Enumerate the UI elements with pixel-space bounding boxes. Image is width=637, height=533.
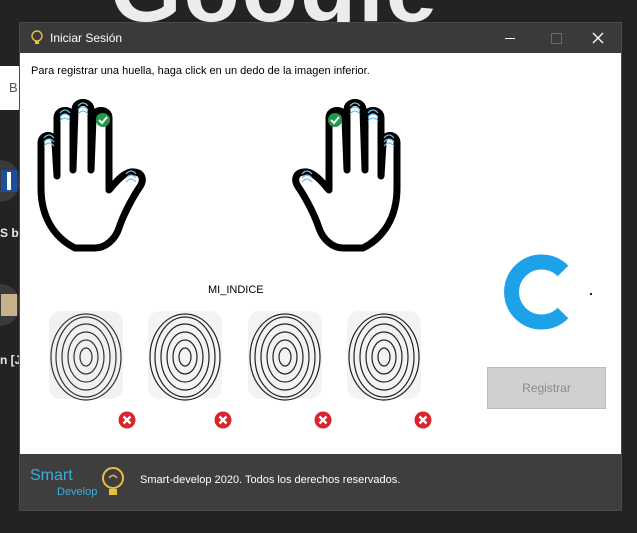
fingerprint-sample-4 — [347, 311, 421, 401]
error-x-icon — [414, 411, 432, 429]
register-button[interactable]: Registrar — [487, 367, 606, 409]
background-shortcut-label-2: n [J — [0, 353, 22, 367]
selected-finger-label: MI_INDICE — [208, 284, 264, 296]
status-dot — [590, 293, 592, 295]
fingerprint-sample-3 — [248, 311, 322, 401]
error-x-icon — [214, 411, 232, 429]
minimize-button[interactable] — [487, 23, 533, 53]
login-window: Iniciar Sesión Para registrar una huella… — [20, 23, 621, 510]
window-title: Iniciar Sesión — [50, 31, 123, 45]
background-search-box: B — [0, 66, 20, 110]
close-icon — [592, 32, 604, 44]
copyright-text: Smart-develop 2020. Todos los derechos r… — [140, 474, 401, 486]
footer: Smart Develop Smart-develop 2020. Todos … — [20, 454, 621, 510]
fingerprint-sample-2 — [148, 311, 222, 401]
fingerprint-sample-1 — [49, 311, 123, 401]
error-x-icon — [118, 411, 136, 429]
close-button[interactable] — [575, 23, 621, 53]
title-bar[interactable]: Iniciar Sesión — [20, 23, 621, 53]
smart-develop-logo: Smart Develop — [30, 463, 130, 503]
instruction-text: Para registrar una huella, haga click en… — [31, 65, 370, 77]
background-shortcut-icon-2 — [0, 284, 20, 326]
maximize-button[interactable] — [533, 23, 579, 53]
check-icon — [328, 113, 342, 127]
maximize-icon — [551, 33, 562, 44]
left-hand-icon[interactable] — [35, 98, 150, 258]
loading-spinner-icon — [504, 254, 569, 330]
background-shortcut-icon — [0, 160, 20, 202]
right-hand-icon[interactable] — [288, 98, 403, 258]
lightbulb-icon — [31, 30, 43, 44]
minimize-icon — [505, 38, 515, 39]
error-x-icon — [314, 411, 332, 429]
check-icon — [96, 113, 110, 127]
logo-text-develop: Develop — [57, 486, 98, 498]
lightbulb-icon — [102, 467, 124, 495]
logo-text-smart: Smart — [30, 467, 73, 484]
